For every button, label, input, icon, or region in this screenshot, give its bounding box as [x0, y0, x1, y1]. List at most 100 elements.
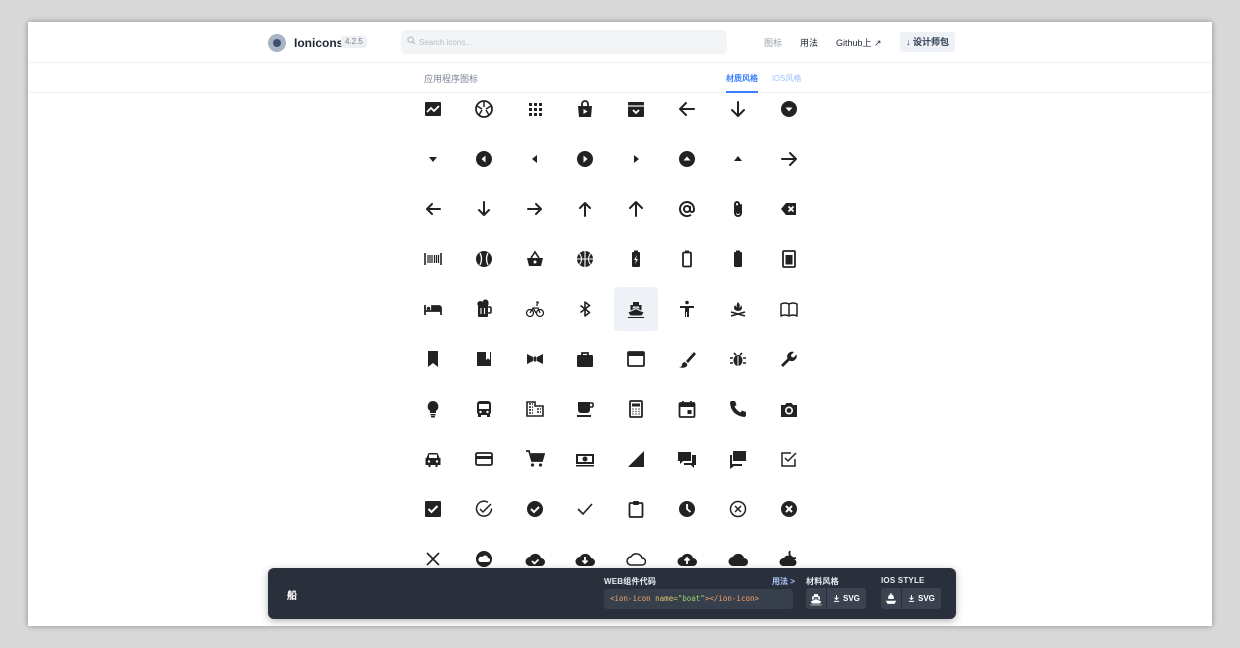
- icon-tile-call[interactable]: [716, 387, 760, 431]
- arrow-dropdown-circle-icon: [781, 101, 797, 117]
- icon-tile-appstore[interactable]: [563, 87, 607, 131]
- icon-tile-arrow-round-back[interactable]: [411, 187, 455, 231]
- icon-tile-arrow-dropright-circle[interactable]: [563, 137, 607, 181]
- icon-tile-browsers[interactable]: [614, 337, 658, 381]
- icon-tile-cart[interactable]: [513, 437, 557, 481]
- car-icon: [425, 453, 441, 467]
- download-ios-svg-button[interactable]: SVG: [901, 588, 941, 609]
- browsers-icon: [627, 351, 645, 367]
- nav-link-usage[interactable]: 用法: [800, 36, 818, 49]
- icon-tile-beaker[interactable]: [767, 237, 811, 281]
- icon-tile-checkmark-circle-outline[interactable]: [462, 487, 506, 531]
- icon-tile-close-circle-outline[interactable]: [716, 487, 760, 531]
- icon-tile-camera[interactable]: [767, 387, 811, 431]
- icon-tile-chatbubbles[interactable]: [716, 437, 760, 481]
- icon-tile-book[interactable]: [767, 287, 811, 331]
- icon-tile-attach[interactable]: [716, 187, 760, 231]
- icon-tile-arrow-round-down[interactable]: [462, 187, 506, 231]
- icon-tile-arrow-dropleft-circle[interactable]: [462, 137, 506, 181]
- icon-tile-beer[interactable]: [462, 287, 506, 331]
- icon-tile-car[interactable]: [411, 437, 455, 481]
- icon-tile-bicycle[interactable]: [513, 287, 557, 331]
- icon-tile-analytics[interactable]: [411, 87, 455, 131]
- icon-tile-checkmark[interactable]: [563, 487, 607, 531]
- icon-tile-bluetooth[interactable]: [563, 287, 607, 331]
- arrow-dropdown-icon: [429, 157, 437, 162]
- icon-tile-clock[interactable]: [665, 487, 709, 531]
- icon-tile-arrow-dropleft[interactable]: [513, 137, 557, 181]
- icon-tile-cafe[interactable]: [563, 387, 607, 431]
- icon-tile-arrow-back[interactable]: [665, 87, 709, 131]
- icon-tile-archive[interactable]: [614, 87, 658, 131]
- icon-tile-battery-charging[interactable]: [614, 237, 658, 281]
- icon-tile-chatboxes[interactable]: [665, 437, 709, 481]
- usage-link[interactable]: 用法 >: [772, 576, 795, 587]
- icon-tile-bookmarks[interactable]: [462, 337, 506, 381]
- icon-tile-arrow-down[interactable]: [716, 87, 760, 131]
- icon-tile-bug[interactable]: [716, 337, 760, 381]
- nav-link-github[interactable]: Github上 ↗: [836, 36, 882, 49]
- icon-tile-at[interactable]: [665, 187, 709, 231]
- cloud-upload-icon: [677, 553, 697, 566]
- designer-pack-download-button[interactable]: ↓ 设计师包: [900, 32, 956, 52]
- ionicons-logo-icon[interactable]: [268, 34, 286, 52]
- icon-tile-checkmark-circle[interactable]: [513, 487, 557, 531]
- icon-tile-checkbox[interactable]: [411, 487, 455, 531]
- icon-tile-basketball[interactable]: [563, 237, 607, 281]
- icon-tile-arrow-dropup-circle[interactable]: [665, 137, 709, 181]
- icon-tile-bonfire[interactable]: [716, 287, 760, 331]
- at-icon: [679, 201, 695, 218]
- icon-tile-bulb[interactable]: [411, 387, 455, 431]
- brand-name[interactable]: Ionicons: [294, 36, 343, 50]
- icon-tile-battery-full[interactable]: [716, 237, 760, 281]
- beaker-icon: [782, 250, 796, 268]
- search-input[interactable]: [401, 30, 727, 54]
- icon-tile-arrow-forward[interactable]: [767, 137, 811, 181]
- icon-tile-briefcase[interactable]: [563, 337, 607, 381]
- icon-tile-calendar[interactable]: [665, 387, 709, 431]
- icon-tile-arrow-round-forward[interactable]: [513, 187, 557, 231]
- icon-tile-checkbox-outline[interactable]: [767, 437, 811, 481]
- backspace-icon: [781, 203, 796, 215]
- icon-tile-bed[interactable]: [411, 287, 455, 331]
- icon-tile-calculator[interactable]: [614, 387, 658, 431]
- icon-tile-arrow-dropdown-circle[interactable]: [767, 87, 811, 131]
- icon-tile-business[interactable]: [513, 387, 557, 431]
- icon-tile-backspace[interactable]: [767, 187, 811, 231]
- icon-tile-arrow-up[interactable]: [614, 187, 658, 231]
- icon-tile-basket[interactable]: [513, 237, 557, 281]
- version-badge: 4.2.5: [341, 36, 367, 48]
- arrow-dropright-circle-icon: [577, 151, 593, 167]
- icon-tile-cellular[interactable]: [614, 437, 658, 481]
- icon-tile-arrow-dropdown[interactable]: [411, 137, 455, 181]
- icon-tile-build[interactable]: [767, 337, 811, 381]
- icon-tile-bookmark[interactable]: [411, 337, 455, 381]
- download-material-svg-button[interactable]: SVG: [826, 588, 866, 609]
- icon-tile-battery-dead[interactable]: [665, 237, 709, 281]
- icon-tile-clipboard[interactable]: [614, 487, 658, 531]
- icon-tile-barcode[interactable]: [411, 237, 455, 281]
- icon-tile-boat[interactable]: [614, 287, 658, 331]
- icon-tile-cash[interactable]: [563, 437, 607, 481]
- tab-ios-style[interactable]: iOS风格: [772, 73, 801, 84]
- calendar-icon: [678, 401, 696, 418]
- body-icon: [680, 300, 694, 317]
- icon-tile-aperture[interactable]: [462, 87, 506, 131]
- nav-link-icons[interactable]: 图标: [764, 36, 782, 49]
- icon-tile-apps[interactable]: [513, 87, 557, 131]
- icon-tile-card[interactable]: [462, 437, 506, 481]
- icon-tile-arrow-dropup[interactable]: [716, 137, 760, 181]
- icon-tile-baseball[interactable]: [462, 237, 506, 281]
- icon-tile-brush[interactable]: [665, 337, 709, 381]
- icon-tile-bowtie[interactable]: [513, 337, 557, 381]
- icon-tile-body[interactable]: [665, 287, 709, 331]
- battery-full-icon: [734, 250, 742, 267]
- boat-md-preview-icon: [806, 588, 826, 609]
- icon-tile-arrow-round-up[interactable]: [563, 187, 607, 231]
- web-component-code[interactable]: <ion-icon name="boat"></ion-icon>: [604, 589, 793, 609]
- icon-tile-bus[interactable]: [462, 387, 506, 431]
- icon-tile-close-circle[interactable]: [767, 487, 811, 531]
- icon-tile-arrow-dropright[interactable]: [614, 137, 658, 181]
- web-component-code-label: WEB组件代码: [604, 577, 657, 586]
- svg-label: SVG: [918, 594, 935, 603]
